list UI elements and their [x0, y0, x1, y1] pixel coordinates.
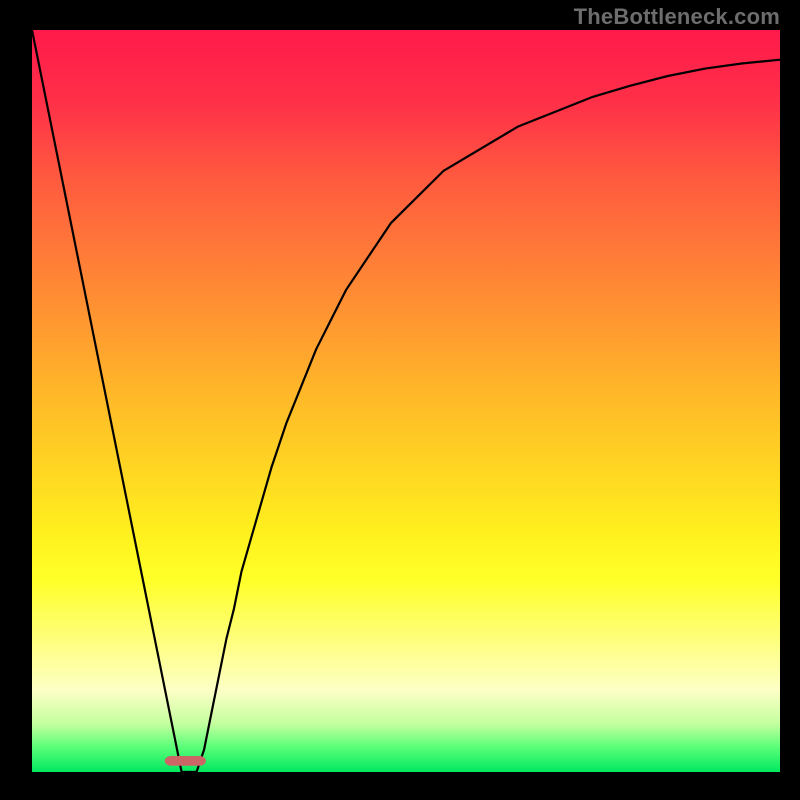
- optimum-marker: [165, 756, 206, 766]
- gradient-background: [32, 30, 780, 772]
- watermark-text: TheBottleneck.com: [574, 4, 780, 30]
- chart-frame: TheBottleneck.com: [0, 0, 800, 800]
- bottleneck-chart: [32, 30, 780, 772]
